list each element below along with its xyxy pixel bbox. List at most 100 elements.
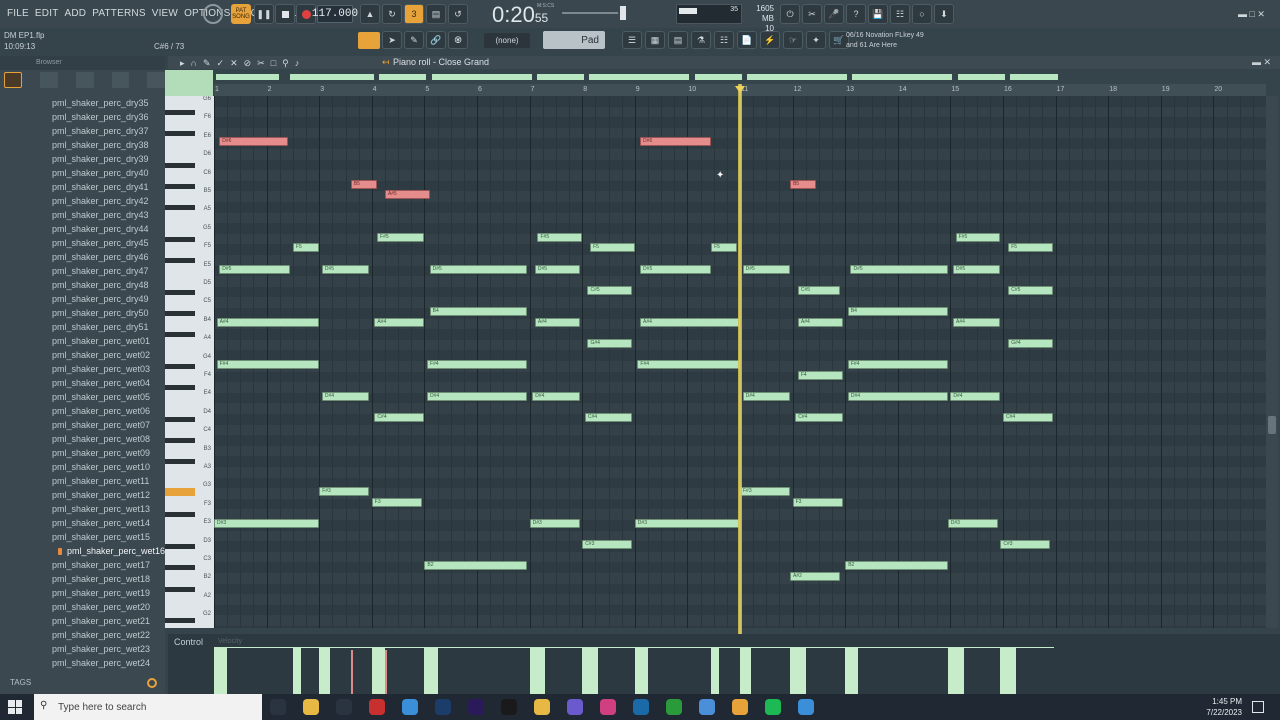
black-key[interactable] [165, 236, 195, 242]
step-edit-button[interactable]: ▤ [426, 4, 446, 24]
menu-arrow-icon[interactable]: ▸ [180, 58, 185, 69]
black-key[interactable] [165, 586, 195, 592]
mixer-view-button[interactable]: ⚗ [691, 31, 711, 49]
plugin-button[interactable]: ☷ [890, 4, 910, 24]
browser-file-item[interactable]: pml_shaker_perc_dry41 [0, 180, 165, 194]
preset-select[interactable]: Pad [543, 31, 605, 49]
browser-file-item[interactable]: pml_shaker_perc_wet08 [0, 432, 165, 446]
browser-file-item[interactable]: pml_shaker_perc_dry46 [0, 250, 165, 264]
menu-item-view[interactable]: VIEW [149, 8, 181, 19]
note[interactable]: D#3 [529, 519, 580, 528]
pattern-overview[interactable] [216, 70, 1058, 84]
note[interactable]: B5 [789, 179, 817, 189]
black-key[interactable] [165, 289, 195, 295]
countdown-button[interactable]: 3 [404, 4, 424, 24]
browser-file-item[interactable]: pml_shaker_perc_wet02 [0, 348, 165, 362]
audio-input-button[interactable]: 🎤 [824, 4, 844, 24]
browser-file-item[interactable]: pml_shaker_perc_dry43 [0, 208, 165, 222]
note[interactable]: G#4 [1008, 338, 1053, 348]
menu-item-add[interactable]: ADD [62, 8, 90, 19]
menu-item-edit[interactable]: EDIT [32, 8, 62, 19]
piano-roll-window-controls[interactable]: ▬ ✕ [1252, 57, 1271, 68]
close-grand-arrow-icon[interactable]: ↤ [382, 57, 390, 68]
vertical-scrollbar[interactable] [1266, 96, 1278, 628]
note[interactable]: F#4 [427, 360, 527, 369]
velocity-bar[interactable] [845, 648, 854, 694]
download-button[interactable]: ⬇ [934, 4, 954, 24]
browser-file-item[interactable]: pml_shaker_perc_wet04 [0, 376, 165, 390]
velocity-bar[interactable] [582, 648, 591, 694]
browser-file-item[interactable]: pml_shaker_perc_wet03 [0, 362, 165, 376]
note[interactable]: C#4 [795, 413, 843, 422]
browser-file-item[interactable]: pml_shaker_perc_wet15 [0, 530, 165, 544]
black-key[interactable] [165, 512, 195, 518]
browser-file-item[interactable]: pml_shaker_perc_wet18 [0, 572, 165, 586]
pattern-song-toggle[interactable]: PAT SONG [231, 4, 251, 24]
note[interactable]: C#4 [1003, 413, 1053, 422]
note[interactable]: C#5 [1008, 285, 1053, 295]
note[interactable]: B2 [845, 561, 948, 571]
black-key[interactable] [165, 385, 195, 391]
select-icon[interactable]: □ [271, 58, 276, 69]
playhead[interactable] [738, 84, 742, 694]
note[interactable]: A#4 [216, 317, 320, 327]
master-volume-slider[interactable] [562, 6, 672, 22]
zoom-icon[interactable]: ⚲ [282, 58, 289, 69]
velocity-lane[interactable] [214, 646, 1264, 694]
note[interactable]: D#4 [427, 391, 527, 401]
note[interactable]: C#5 [587, 285, 633, 295]
velocity-bar[interactable] [634, 648, 643, 694]
browser-file-item[interactable]: pml_shaker_perc_wet06 [0, 404, 165, 418]
browser-button[interactable]: 📄 [737, 31, 757, 49]
note[interactable]: F#4 [216, 360, 320, 369]
note[interactable]: D#5 [742, 264, 790, 274]
note[interactable]: D#3 [947, 519, 998, 528]
note[interactable]: F5 [292, 243, 320, 253]
note[interactable]: A#4 [534, 317, 580, 327]
browser-file-item[interactable]: pml_shaker_perc_dry47 [0, 264, 165, 278]
black-key[interactable] [165, 258, 195, 263]
touch-button[interactable]: ☞ [783, 31, 803, 49]
brush-icon[interactable]: ✓ [217, 58, 225, 69]
browser-file-item[interactable]: pml_shaker_perc_dry38 [0, 138, 165, 152]
notification-icon[interactable] [1252, 701, 1264, 713]
photoshop-icon[interactable] [435, 699, 451, 715]
chat-button[interactable]: ○ [912, 4, 932, 24]
menu-item-file[interactable]: FILE [4, 8, 32, 19]
taskbar-search[interactable]: Type here to search [34, 694, 262, 720]
browser-file-item[interactable]: pml_shaker_perc_dry44 [0, 222, 165, 236]
velocity-bar[interactable] [740, 648, 748, 694]
note[interactable]: C#5 [797, 285, 840, 295]
arrow-right-button[interactable]: ➤ [382, 31, 402, 49]
browser-file-item[interactable]: pml_shaker_perc_wet24 [0, 656, 165, 670]
note[interactable]: F#4 [637, 360, 740, 369]
channel-rack-button[interactable]: ▤ [668, 31, 688, 49]
velocity-bar[interactable] [789, 648, 798, 694]
browser-file-item[interactable]: pml_shaker_perc_dry42 [0, 194, 165, 208]
black-key[interactable] [165, 183, 195, 189]
note[interactable]: C#3 [582, 540, 633, 550]
black-key[interactable] [165, 130, 195, 136]
note[interactable]: F5 [711, 243, 738, 253]
black-key[interactable] [165, 438, 195, 444]
note[interactable]: D#3 [214, 519, 320, 528]
note[interactable]: F#4 [847, 360, 948, 369]
help-button[interactable]: ? [846, 4, 866, 24]
velocity-bar[interactable] [292, 648, 301, 694]
velocity-bar[interactable] [384, 650, 387, 694]
visual-studio-icon[interactable] [633, 699, 649, 715]
note[interactable]: D#5 [534, 264, 580, 274]
black-key[interactable] [165, 109, 195, 115]
velocity-bar[interactable] [319, 648, 328, 694]
note[interactable]: B4 [429, 307, 527, 316]
browser-file-item[interactable]: pml_shaker_perc_wet11 [0, 474, 165, 488]
note[interactable]: F#3 [740, 487, 790, 497]
note[interactable]: D#5 [850, 264, 948, 274]
note[interactable]: F#5 [537, 232, 583, 242]
note[interactable]: F5 [1008, 243, 1053, 253]
browser-file-item[interactable]: pml_shaker_perc_wet01 [0, 334, 165, 348]
chrome-icon[interactable] [402, 699, 418, 715]
magnet-icon[interactable]: ∩ [191, 58, 197, 69]
black-key[interactable] [165, 618, 195, 624]
piano-keyboard[interactable]: G6 F6 E6 D6 C6 B5 A5 G5 F5 E5 D5 C5 B4 A4 G4 F4 E4 D4 C4 B3… [165, 96, 214, 628]
